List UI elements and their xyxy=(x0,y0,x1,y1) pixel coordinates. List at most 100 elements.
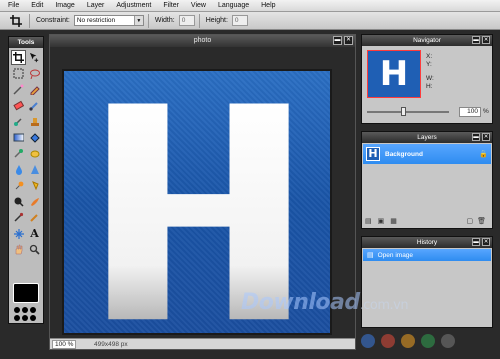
dot xyxy=(381,334,395,348)
wand-icon[interactable] xyxy=(11,82,26,97)
tools-panel: Tools A xyxy=(8,36,44,324)
navigator-zoom-field[interactable]: 100 xyxy=(459,107,481,117)
crop-icon[interactable] xyxy=(11,50,26,65)
height-field[interactable]: 0 xyxy=(231,15,248,26)
pencil-icon[interactable] xyxy=(27,82,42,97)
move-icon[interactable] xyxy=(27,50,42,65)
brush-icon[interactable] xyxy=(27,98,42,113)
menu-filter[interactable]: Filter xyxy=(163,2,179,9)
stamp-icon[interactable] xyxy=(27,114,42,129)
dodge-icon[interactable] xyxy=(11,178,26,193)
lock-icon: 🔒 xyxy=(479,151,488,158)
menu-edit[interactable]: Edit xyxy=(31,2,43,9)
burn-icon[interactable] xyxy=(27,178,42,193)
menu-image[interactable]: Image xyxy=(55,2,74,9)
replace-color-icon[interactable] xyxy=(11,146,26,161)
y-label: Y: xyxy=(426,61,432,68)
w-label: W: xyxy=(426,75,434,82)
gradient-icon[interactable] xyxy=(11,130,26,145)
pinch-icon[interactable] xyxy=(11,226,26,241)
sharpen-icon[interactable] xyxy=(27,162,42,177)
menu-adjustment[interactable]: Adjustment xyxy=(116,2,151,9)
history-title: History xyxy=(416,239,438,246)
width-label: Width: xyxy=(154,17,175,24)
dot xyxy=(30,315,36,321)
menu-bar: File Edit Image Layer Adjustment Filter … xyxy=(0,0,500,12)
navigator-title: Navigator xyxy=(413,37,441,44)
menu-view[interactable]: View xyxy=(191,2,206,9)
options-bar: Constraint: No restriction ▼ Width: 0 He… xyxy=(0,12,500,30)
new-layer-icon[interactable]: ▢ xyxy=(466,217,473,225)
zoom-unit: % xyxy=(67,340,74,348)
navigator-coords: X: Y: W: H: xyxy=(426,53,434,91)
eraser-icon[interactable] xyxy=(11,98,26,113)
layer-style-icon[interactable]: ▦ xyxy=(390,217,397,225)
menu-file[interactable]: File xyxy=(8,2,19,9)
dot xyxy=(441,334,455,348)
layers-panel: Layers ▬ ✕ H Background 🔒 ▤ ▣ ▦ ▢ 🗑 xyxy=(361,131,493,229)
clone-icon[interactable] xyxy=(11,114,26,129)
hand-icon[interactable] xyxy=(11,242,26,257)
tools-title: Tools xyxy=(9,37,43,48)
slider-handle[interactable] xyxy=(401,107,406,116)
width-field[interactable]: 0 xyxy=(178,15,195,26)
red-eye-icon[interactable] xyxy=(11,194,26,209)
photo-title-bar[interactable]: photo ▬ ✕ xyxy=(50,35,355,47)
minimize-icon[interactable]: ▬ xyxy=(472,36,480,44)
history-title-bar[interactable]: History ▬ ✕ xyxy=(362,237,492,248)
history-item[interactable]: ▤ Open image xyxy=(363,249,491,261)
drop-icon[interactable] xyxy=(11,162,26,177)
text-icon[interactable]: A xyxy=(27,226,42,241)
zoom-field[interactable]: 100 % xyxy=(52,339,76,349)
layers-title-bar[interactable]: Layers ▬ ✕ xyxy=(362,132,492,143)
chevron-down-icon: ▼ xyxy=(133,16,143,25)
menu-help[interactable]: Help xyxy=(261,2,275,9)
marquee-icon[interactable] xyxy=(11,66,26,81)
watermark: Download.com.vn xyxy=(241,290,409,315)
navigator-title-bar[interactable]: Navigator ▬ ✕ xyxy=(362,35,492,46)
lasso-icon[interactable] xyxy=(27,66,42,81)
bloat-icon[interactable] xyxy=(27,210,42,225)
watermark-suffix: .com.vn xyxy=(359,298,409,313)
percent-sign: % xyxy=(483,108,489,115)
zoom-icon[interactable] xyxy=(27,242,42,257)
constraint-value: No restriction xyxy=(76,17,116,24)
layer-mask-icon[interactable]: ▣ xyxy=(378,217,385,225)
divider xyxy=(198,13,200,28)
close-icon[interactable]: ✕ xyxy=(344,36,353,45)
history-item-icon: ▤ xyxy=(367,252,374,259)
sponge-icon[interactable] xyxy=(27,146,42,161)
color-swatch[interactable] xyxy=(13,283,39,303)
navigator-thumbnail[interactable]: H xyxy=(367,50,421,98)
minimize-icon[interactable]: ▬ xyxy=(333,36,342,45)
fill-icon[interactable] xyxy=(27,130,42,145)
eyedropper-icon[interactable] xyxy=(11,210,26,225)
divider xyxy=(147,13,149,28)
close-icon[interactable]: ✕ xyxy=(482,238,490,246)
watermark-brand: Download xyxy=(241,290,360,315)
constraint-label: Constraint: xyxy=(36,17,70,24)
dot xyxy=(14,307,20,313)
zoom-value: 100 xyxy=(55,340,66,348)
constraint-select[interactable]: No restriction ▼ xyxy=(73,15,144,26)
divider xyxy=(29,13,30,28)
menu-layer[interactable]: Layer xyxy=(87,2,105,9)
dot xyxy=(22,315,28,321)
tools-grid: A xyxy=(9,48,43,259)
close-icon[interactable]: ✕ xyxy=(482,133,490,141)
layer-settings-icon[interactable]: ▤ xyxy=(365,217,372,225)
zoom-slider[interactable] xyxy=(367,107,449,116)
layer-row[interactable]: H Background 🔒 xyxy=(363,144,491,164)
watermark-dots xyxy=(361,334,455,348)
smudge-icon[interactable] xyxy=(27,194,42,209)
crop-tool-icon[interactable] xyxy=(7,13,25,29)
delete-layer-icon[interactable]: 🗑 xyxy=(477,217,486,225)
menu-language[interactable]: Language xyxy=(218,2,249,9)
photo-status-bar: 100 % 499x498 px xyxy=(50,338,355,349)
minimize-icon[interactable]: ▬ xyxy=(472,238,480,246)
photo-title: photo xyxy=(193,37,212,44)
close-icon[interactable]: ✕ xyxy=(482,36,490,44)
minimize-icon[interactable]: ▬ xyxy=(472,133,480,141)
x-label: X: xyxy=(426,53,433,60)
palette-dots xyxy=(14,307,37,322)
